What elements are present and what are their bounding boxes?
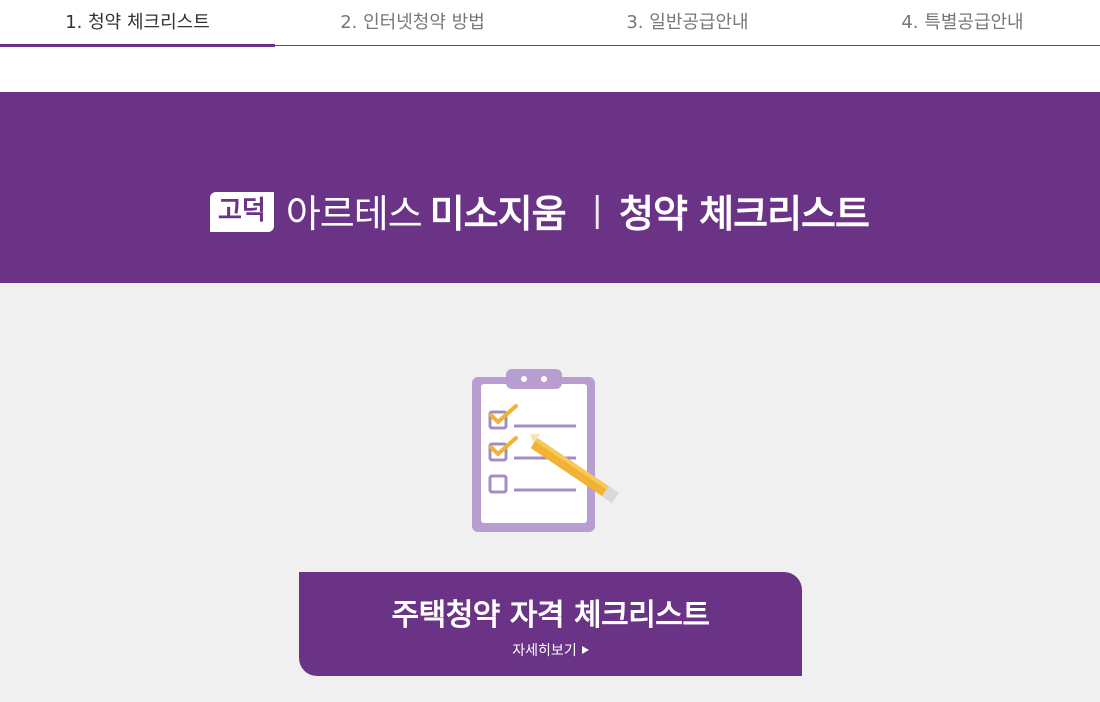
tab-nav: 1. 청약 체크리스트 2. 인터넷청약 방법 3. 일반공급안내 4. 특별공… [0,0,1100,47]
title-banner: 고덕 아르테스 미소지움 | 청약 체크리스트 [0,92,1100,283]
cta-title: 주택청약 자격 체크리스트 [391,598,711,633]
view-details-label: 자세히보기 [512,643,577,659]
checklist-section: 주택청약 자격 체크리스트 자세히보기 [0,283,1100,702]
logo-badge: 고덕 [210,191,274,232]
banner-heading: 고덕 아르테스 미소지움 | 청약 체크리스트 [210,185,890,236]
page-title: 청약 체크리스트 [619,191,870,236]
tab-special-supply[interactable]: 4. 특별공급안내 [825,0,1100,46]
view-details-link[interactable]: 자세히보기 [299,640,802,660]
tab-checklist[interactable]: 1. 청약 체크리스트 [0,0,275,47]
clipboard-checklist-icon [472,369,619,532]
checklist-detail-button[interactable]: 주택청약 자격 체크리스트 자세히보기 [299,572,802,676]
play-arrow-icon [581,646,589,654]
brand-name-strong: 미소지움 [429,191,567,236]
tab-general-supply[interactable]: 3. 일반공급안내 [550,0,825,46]
title-separator: | [591,190,603,230]
tab-internet-subscription[interactable]: 2. 인터넷청약 방법 [275,0,550,46]
brand-name: 아르테스 [285,191,423,236]
